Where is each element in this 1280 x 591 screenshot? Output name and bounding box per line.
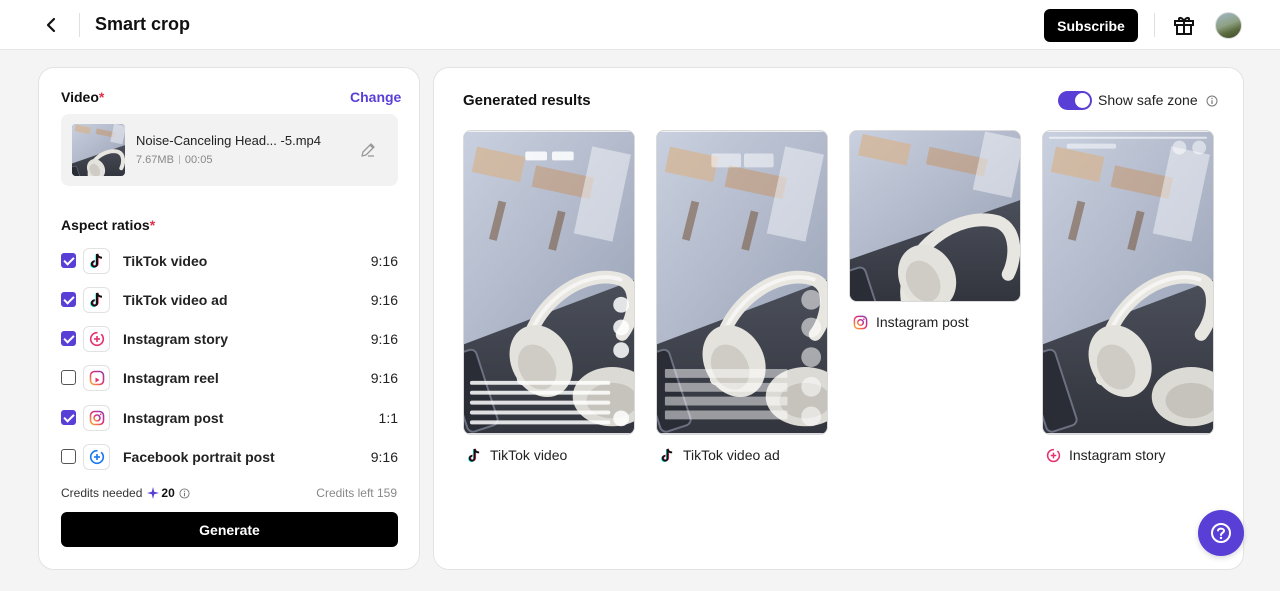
safe-zone-toggle[interactable]: [1058, 91, 1092, 110]
result-thumbnail[interactable]: [849, 130, 1021, 302]
generate-button[interactable]: Generate: [61, 512, 398, 547]
checkbox[interactable]: [61, 253, 76, 268]
result-label: TikTok video ad: [656, 447, 828, 463]
rename-button[interactable]: [359, 141, 377, 159]
help-button[interactable]: [1198, 510, 1244, 556]
result-card-tiktok-video-ad[interactable]: TikTok video ad: [656, 130, 828, 463]
aspect-row-instagram-reel[interactable]: Instagram reel 9:16: [61, 365, 398, 391]
gift-button[interactable]: [1172, 13, 1196, 37]
instagram-icon: [852, 314, 868, 330]
video-file-meta: 7.67MB 00:05: [136, 154, 213, 166]
credits-needed: Credits needed 20: [61, 486, 190, 500]
subscribe-button[interactable]: Subscribe: [1044, 9, 1138, 42]
aspect-ratio-value: 9:16: [370, 253, 398, 269]
result-card-instagram-post[interactable]: Instagram post: [849, 130, 1021, 330]
info-icon[interactable]: [179, 487, 190, 499]
video-thumbnail: [72, 124, 125, 176]
video-file-name: Noise-Canceling Head... -5.mp4: [136, 133, 321, 148]
back-button[interactable]: [38, 12, 64, 38]
settings-panel: Video* Change Noise-Canceling Head... -5…: [38, 67, 420, 570]
aspect-row-tiktok-video[interactable]: TikTok video 9:16: [61, 248, 398, 274]
question-icon: [1211, 523, 1231, 543]
checkbox[interactable]: [61, 292, 76, 307]
tiktok-icon: [83, 248, 110, 274]
change-video-link[interactable]: Change: [350, 89, 401, 105]
result-thumbnail[interactable]: [463, 130, 635, 435]
safe-zone-label: Show safe zone: [1098, 92, 1198, 108]
checkbox[interactable]: [61, 370, 76, 385]
gift-icon: [1174, 17, 1194, 35]
pencil-icon: [361, 143, 375, 157]
result-label: Instagram post: [849, 314, 1021, 330]
page-title: Smart crop: [95, 14, 191, 34]
info-icon[interactable]: [1206, 95, 1218, 107]
facebook-story-icon: [83, 444, 110, 470]
results-panel: Generated results Show safe zone TikTok …: [433, 67, 1244, 570]
aspect-row-instagram-story[interactable]: Instagram story 9:16: [61, 326, 398, 352]
aspect-name: TikTok video ad: [123, 292, 228, 308]
divider: [1154, 13, 1155, 37]
result-label: Instagram story: [1042, 447, 1214, 463]
checkbox[interactable]: [61, 331, 76, 346]
aspect-name: Facebook portrait post: [123, 449, 275, 465]
aspect-row-tiktok-video-ad[interactable]: TikTok video ad 9:16: [61, 287, 398, 313]
aspect-name: TikTok video: [123, 253, 208, 269]
divider: [79, 13, 80, 37]
credits-left: Credits left 159: [316, 486, 397, 500]
aspect-ratios-label: Aspect ratios*: [61, 217, 156, 233]
results-title: Generated results: [463, 92, 591, 109]
aspect-ratio-value: 1:1: [378, 410, 398, 426]
avatar[interactable]: [1215, 12, 1242, 39]
tiktok-icon: [659, 447, 675, 463]
aspect-row-facebook-portrait-post[interactable]: Facebook portrait post 9:16: [61, 444, 398, 470]
result-thumbnail[interactable]: [656, 130, 828, 435]
result-card-tiktok-video[interactable]: TikTok video: [463, 130, 635, 463]
result-card-instagram-story[interactable]: Instagram story: [1042, 130, 1214, 463]
checkbox[interactable]: [61, 410, 76, 425]
aspect-ratio-value: 9:16: [370, 449, 398, 465]
top-bar: Smart crop Subscribe: [0, 0, 1280, 50]
aspect-name: Instagram reel: [123, 370, 219, 386]
tiktok-icon: [83, 287, 110, 313]
video-section-label: Video*: [61, 89, 105, 105]
checkbox[interactable]: [61, 449, 76, 464]
video-file-card: Noise-Canceling Head... -5.mp4 7.67MB 00:…: [61, 114, 398, 186]
instagram-reel-icon: [83, 365, 110, 391]
sparkle-icon: [147, 487, 160, 499]
chevron-left-icon: [46, 17, 56, 33]
aspect-name: Instagram story: [123, 331, 229, 347]
result-label: TikTok video: [463, 447, 635, 463]
instagram-story-icon: [83, 326, 110, 352]
aspect-ratio-value: 9:16: [370, 331, 398, 347]
instagram-icon: [83, 405, 110, 431]
aspect-ratio-value: 9:16: [370, 370, 398, 386]
aspect-name: Instagram post: [123, 410, 224, 426]
instagram-story-icon: [1045, 447, 1061, 463]
aspect-ratio-value: 9:16: [370, 292, 398, 308]
result-thumbnail[interactable]: [1042, 130, 1214, 435]
tiktok-icon: [466, 447, 482, 463]
aspect-row-instagram-post[interactable]: Instagram post 1:1: [61, 405, 398, 431]
